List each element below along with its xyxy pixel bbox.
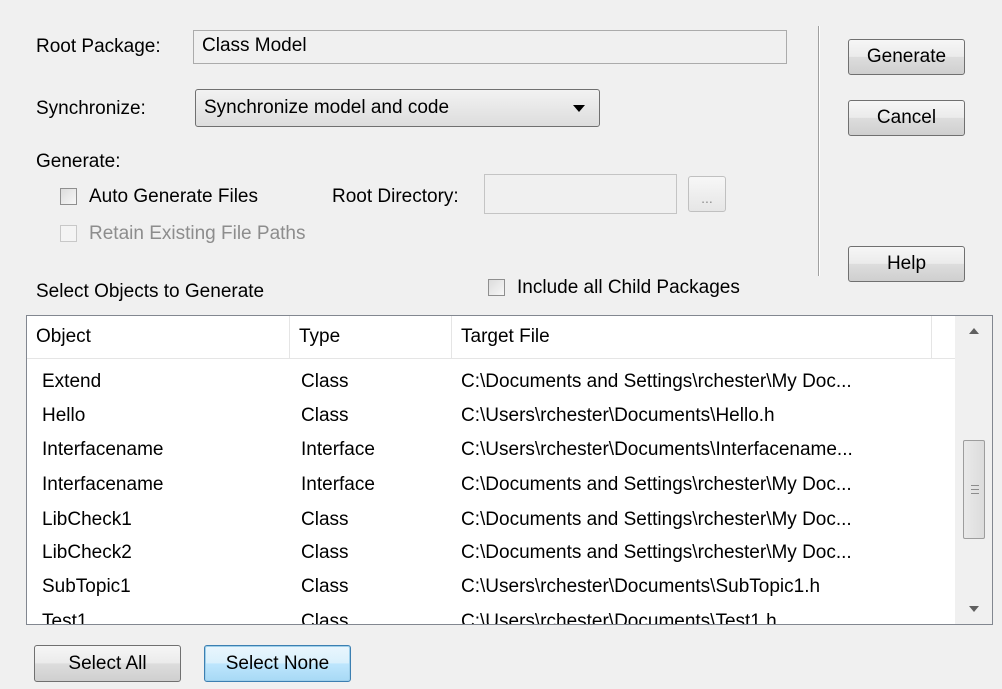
cell-object: Hello [42,405,86,426]
scroll-down-button[interactable] [955,594,992,624]
include-children-label[interactable]: Include all Child Packages [517,277,740,299]
cell-type: Class [301,542,349,563]
cell-type: Class [301,509,349,530]
cell-type: Class [301,576,349,597]
cell-type: Interface [301,439,375,460]
cell-object: Interfacename [42,474,164,495]
table-row[interactable]: LibCheck2 Class C:\Documents and Setting… [27,537,955,569]
arrow-up-icon [968,328,979,334]
root-directory-label: Root Directory: [332,186,459,207]
cancel-button[interactable]: Cancel [848,100,965,136]
root-package-label: Root Package: [36,36,161,57]
cell-target-file: C:\Documents and Settings\rchester\My Do… [461,542,852,563]
grip-line [971,485,979,486]
auto-generate-label[interactable]: Auto Generate Files [89,186,258,208]
include-children-checkbox[interactable] [488,279,505,296]
cell-object: Extend [42,371,102,392]
table-row[interactable]: LibCheck1 Class C:\Documents and Setting… [27,504,955,536]
table-row[interactable]: Interfacename Interface C:\Users\rcheste… [27,434,955,466]
auto-generate-checkbox[interactable] [60,188,77,205]
cell-target-file: C:\Documents and Settings\rchester\My Do… [461,371,852,392]
cell-target-file: C:\Documents and Settings\rchester\My Do… [461,509,852,530]
synchronize-label: Synchronize: [36,98,146,119]
cell-type: Class [301,405,349,426]
cell-object: SubTopic1 [42,576,131,597]
cell-target-file: C:\Users\rchester\Documents\SubTopic1.h [461,576,821,597]
root-directory-field [484,174,677,214]
chevron-down-icon [573,104,585,112]
cell-target-file: C:\Users\rchester\Documents\Interfacenam… [461,439,853,460]
table-row[interactable]: Extend Class C:\Documents and Settings\r… [27,366,955,398]
column-header-object[interactable]: Object [27,316,290,358]
scrollbar-thumb[interactable] [963,440,985,539]
cell-target-file: C:\Users\rchester\Documents\Hello.h [461,405,775,426]
generate-group-label: Generate: [36,151,121,172]
select-objects-label: Select Objects to Generate [36,281,265,302]
root-package-value: Class Model [202,35,307,56]
cell-type: Interface [301,474,375,495]
vertical-separator [818,26,820,276]
cell-type: Class [301,371,349,392]
table-row[interactable]: Hello Class C:\Users\rchester\Documents\… [27,400,955,432]
select-none-button[interactable]: Select None [204,645,351,682]
retain-paths-checkbox [60,225,77,242]
cell-target-file: C:\Documents and Settings\rchester\My Do… [461,474,852,495]
cell-object: Test1 [42,611,88,625]
grip-line [971,493,979,494]
scroll-up-button[interactable] [955,316,992,346]
table-row[interactable]: SubTopic1 Class C:\Users\rchester\Docume… [27,571,955,603]
browse-directory-button: ... [688,176,726,212]
cell-object: Interfacename [42,439,164,460]
cell-target-file: C:\Users\rchester\Documents\Test1.h [461,611,777,625]
cell-type: Class [301,611,349,625]
synchronize-selected: Synchronize model and code [204,97,450,118]
column-header-target-file[interactable]: Target File [452,316,932,358]
grip-line [971,489,979,490]
cell-object: LibCheck2 [42,542,132,563]
arrow-down-icon [968,606,979,612]
list-header: Object Type Target File [27,316,955,359]
help-button[interactable]: Help [848,246,965,282]
generate-button[interactable]: Generate [848,39,965,75]
column-header-type[interactable]: Type [290,316,452,358]
select-all-button[interactable]: Select All [34,645,181,682]
objects-list[interactable]: Object Type Target File Extend Class C:\… [26,315,993,625]
synchronize-dropdown[interactable]: Synchronize model and code [195,89,600,127]
table-row[interactable]: Test1 Class C:\Users\rchester\Documents\… [27,606,955,625]
root-package-field: Class Model [193,30,787,64]
table-row[interactable]: Interfacename Interface C:\Documents and… [27,469,955,501]
list-scrollbar[interactable] [955,316,992,624]
retain-paths-label: Retain Existing File Paths [89,223,306,244]
cell-object: LibCheck1 [42,509,132,530]
